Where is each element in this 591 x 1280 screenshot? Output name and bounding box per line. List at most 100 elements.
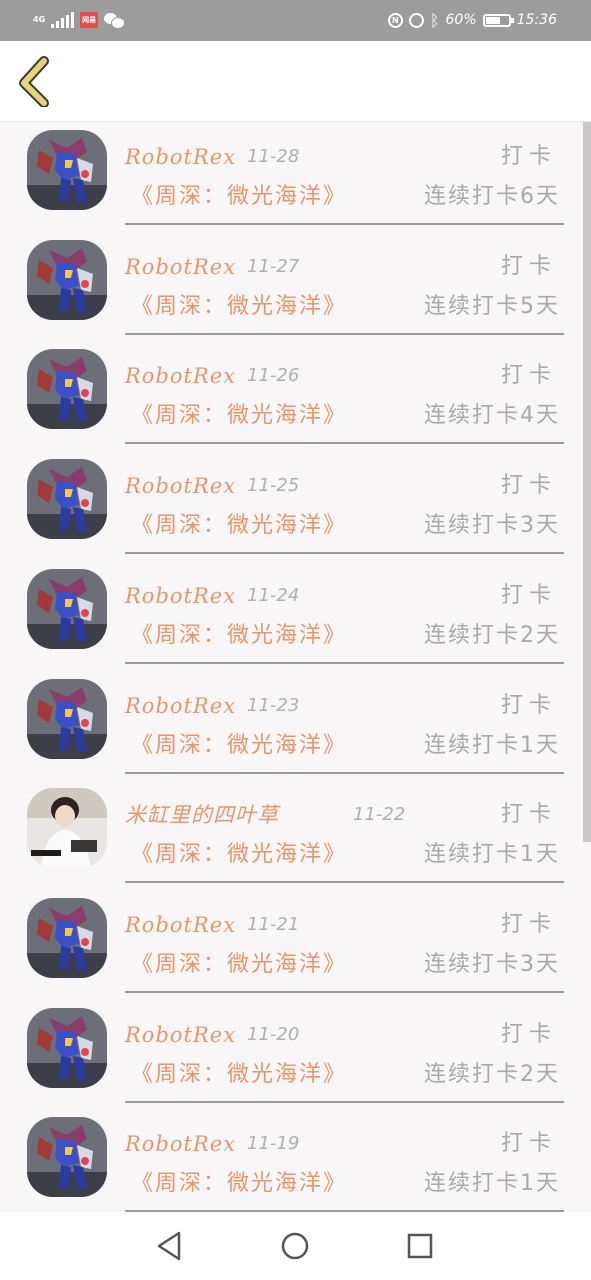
row-divider [125, 442, 564, 445]
checkin-date: 11-21 [247, 913, 300, 935]
user-name[interactable]: RobotRex [125, 1129, 236, 1159]
status-right: N ᛒ 60% 15:36 [387, 9, 557, 31]
user-name[interactable]: 米缸里的四叶草 [125, 800, 279, 830]
row-header-line: RobotRex 11-28 打卡 [125, 142, 565, 172]
checkin-tag: 打卡 [500, 1131, 557, 1157]
row-divider [125, 332, 564, 335]
avatar[interactable] [27, 678, 107, 759]
battery-percent: 60% [445, 12, 477, 28]
user-name[interactable]: RobotRex [125, 581, 236, 611]
checkin-row[interactable]: RobotRex 11-26 打卡《周深：微光海洋》 连续打卡4天 [0, 341, 583, 451]
checkin-row[interactable]: RobotRex 11-25 打卡 《周深：微光海洋》 连续打卡3天 [0, 451, 583, 561]
checkin-row[interactable]: RobotRex 11-24 打卡《周深：微光海洋》 连续打卡2天 [0, 561, 583, 671]
checkin-row[interactable]: RobotRex 11-28 打卡《周深：微光海洋》 连续打卡6天 [0, 122, 583, 232]
book-title-link[interactable]: 《周深：微光海洋》 [131, 838, 347, 872]
user-name[interactable]: RobotRex [125, 142, 236, 172]
row-detail-line: 《周深：微光海洋》 连续打卡1天 [125, 1167, 565, 1201]
clock-time: 15:36 [516, 12, 557, 28]
row-detail-line: 《周深：微光海洋》 连续打卡1天 [125, 838, 565, 872]
checkin-date: 11-26 [247, 365, 300, 387]
row-header-line: RobotRex 11-19 打卡 [125, 1129, 565, 1159]
checkin-row[interactable]: 米缸里的四叶草 11-22 打卡 《周深：微光海洋》 连续打卡1天 [0, 780, 583, 890]
scrollbar[interactable] [583, 122, 591, 842]
book-title-link[interactable]: 《周深：微光海洋》 [131, 619, 347, 653]
book-title-link[interactable]: 《周深：微光海洋》 [131, 180, 347, 214]
checkin-row[interactable]: RobotRex 11-27 打卡《周深：微光海洋》 连续打卡5天 [0, 232, 583, 342]
streak-text: 连续打卡4天 [424, 403, 560, 429]
checkin-row[interactable]: RobotRex 11-23 打卡 《周深：微光海洋》 连续打卡1天 [0, 671, 583, 781]
book-title-link[interactable]: 《周深：微光海洋》 [131, 1167, 347, 1201]
bluetooth-icon: ᛒ [429, 10, 440, 30]
nav-home-button[interactable] [277, 1228, 313, 1264]
row-detail-line: 《周深：微光海洋》 连续打卡2天 [125, 1058, 565, 1092]
nav-back-button[interactable] [152, 1228, 188, 1264]
user-name[interactable]: RobotRex [125, 910, 236, 940]
book-title-link[interactable]: 《周深：微光海洋》 [131, 399, 347, 433]
avatar[interactable] [27, 897, 107, 978]
signal-icon [51, 12, 75, 28]
book-title-link[interactable]: 《周深：微光海洋》 [131, 729, 347, 763]
row-divider [125, 223, 564, 225]
avatar[interactable] [27, 788, 107, 869]
checkin-tag: 打卡 [500, 911, 557, 937]
checkin-date: 11-22 [353, 804, 406, 826]
chevron-left-icon [19, 56, 49, 108]
book-title-link[interactable]: 《周深：微光海洋》 [131, 1058, 347, 1092]
row-detail-line: 《周深：微光海洋》 连续打卡3天 [125, 948, 565, 982]
streak-text: 连续打卡5天 [424, 293, 560, 319]
network-type: 4G [33, 15, 46, 24]
checkin-tag: 打卡 [500, 144, 557, 169]
checkin-tag: 打卡 [500, 363, 557, 389]
checkin-row[interactable]: RobotRex 11-21 打卡《周深：微光海洋》 连续打卡3天 [0, 890, 583, 1000]
checkin-date: 11-28 [247, 146, 300, 167]
back-triangle-icon [157, 1231, 181, 1261]
checkin-tag: 打卡 [500, 253, 557, 279]
avatar[interactable] [27, 1007, 107, 1088]
checkin-date: 11-24 [247, 584, 300, 606]
checkin-date: 11-27 [247, 255, 300, 277]
row-detail-line: 《周深：微光海洋》 连续打卡6天 [125, 180, 565, 214]
avatar[interactable] [27, 239, 107, 320]
checkin-row[interactable]: RobotRex 11-19 打卡《周深：微光海洋》 连续打卡1天 [0, 1109, 583, 1212]
streak-text: 连续打卡2天 [424, 1061, 560, 1087]
user-name[interactable]: RobotRex [125, 691, 236, 721]
wechat-icon [104, 12, 126, 29]
checkin-date: 11-20 [247, 1023, 300, 1045]
row-header-line: RobotRex 11-20 打卡 [125, 1020, 565, 1050]
row-detail-line: 《周深：微光海洋》 连续打卡4天 [125, 399, 565, 433]
back-button[interactable] [14, 55, 62, 108]
avatar[interactable] [27, 349, 107, 430]
checkin-tag: 打卡 [500, 1021, 557, 1047]
checkin-row[interactable]: RobotRex 11-20 打卡《周深：微光海洋》 连续打卡2天 [0, 1000, 583, 1110]
book-title-link[interactable]: 《周深：微光海洋》 [131, 948, 347, 982]
checkin-tag: 打卡 [500, 582, 557, 608]
row-divider [125, 881, 564, 884]
alarm-icon [408, 12, 424, 28]
streak-text: 连续打卡3天 [424, 951, 560, 977]
user-name[interactable]: RobotRex [125, 252, 236, 282]
streak-text: 连续打卡1天 [424, 1171, 560, 1197]
checkin-date: 11-23 [247, 694, 300, 716]
header-bar [0, 41, 591, 122]
book-title-link[interactable]: 《周深：微光海洋》 [131, 290, 347, 324]
nav-recents-button[interactable] [402, 1228, 438, 1264]
row-header-line: RobotRex 11-23 打卡 [125, 691, 565, 721]
row-header-line: RobotRex 11-26 打卡 [125, 361, 565, 391]
nfc-icon: N [387, 12, 403, 28]
streak-text: 连续打卡2天 [424, 622, 560, 648]
streak-text: 连续打卡1天 [424, 732, 560, 758]
avatar[interactable] [27, 459, 107, 540]
avatar[interactable] [27, 1117, 107, 1198]
book-title-link[interactable]: 《周深：微光海洋》 [131, 509, 347, 543]
streak-text: 连续打卡6天 [424, 184, 560, 209]
user-name[interactable]: RobotRex [125, 361, 236, 391]
avatar[interactable] [27, 568, 107, 649]
user-name[interactable]: RobotRex [125, 471, 236, 501]
row-divider [125, 990, 564, 993]
user-name[interactable]: RobotRex [125, 1020, 236, 1050]
row-divider [125, 661, 564, 664]
row-detail-line: 《周深：微光海洋》 连续打卡3天 [125, 509, 565, 543]
checkin-list[interactable]: RobotRex 11-28 打卡 《周深：微光海洋》 连续打卡6天 RobotRex 11… [0, 122, 583, 1212]
battery-icon [482, 13, 514, 27]
avatar[interactable] [27, 130, 107, 210]
